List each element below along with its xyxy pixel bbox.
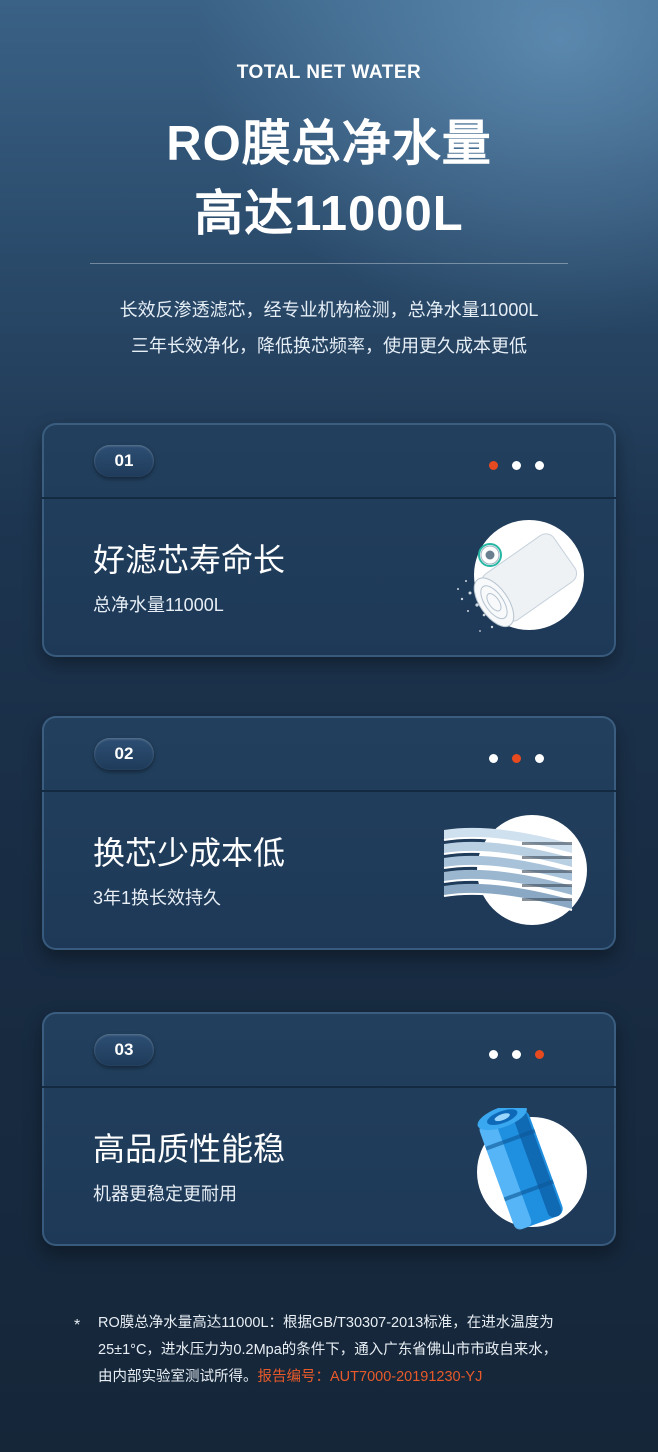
dot-indicator [489,754,498,763]
footnote-line: 25±1°C，进水压力为0.2Mpa的条件下，通入广东省佛山市市政自来水， [98,1342,558,1358]
dot-indicator [489,1050,498,1059]
header-divider [90,263,568,264]
card-subtitle: 总净水量11000L [93,595,224,615]
feature-card-2: 02 换芯少成本低 3年1换长效持久 [42,716,616,950]
card-title: 好滤芯寿命长 [93,542,286,578]
footnote-text: 由内部实验室测试所得。 [98,1369,258,1385]
dot-indicator [535,754,544,763]
header-kicker: TOTAL NET WATER [236,62,422,83]
card-subtitle: 机器更稳定更耐用 [93,1184,237,1204]
pagination-dots [475,750,544,763]
footnote-line: 由内部实验室测试所得。报告编号：AUT7000-20191230-YJ [98,1364,614,1391]
pagination-dots [475,1046,544,1059]
card-subtitle: 3年1换长效持久 [93,888,222,908]
feature-card-3: 03 高品质性能稳 机器更稳定更耐用 [42,1012,616,1246]
header-title-line2: 高达11000L [194,187,464,241]
footnote-line: RO膜总净水量高达11000L：根据GB/T30307-2013标准，在进水温度… [98,1315,554,1331]
header-title-line1: RO膜总净水量 [166,117,492,171]
footnote-asterisk: * [74,1317,81,1334]
report-number: 报告编号：AUT7000-20191230-YJ [257,1369,483,1385]
pagination-dots [475,457,544,470]
card-number-badge: 02 [94,738,154,770]
footnote: * RO膜总净水量高达11000L：根据GB/T30307-2013标准，在进水… [74,1310,614,1391]
card-title: 高品质性能稳 [93,1131,286,1167]
feature-card-1: 01 好滤芯寿命长 总净水量11000L [42,423,616,657]
dot-indicator [535,461,544,470]
dot-indicator [489,461,498,470]
card-header: 02 [42,716,616,792]
card-header: 01 [42,423,616,499]
card-title: 换芯少成本低 [93,835,286,871]
header-desc-line1: 长效反渗透滤芯，经专业机构检测，总净水量11000L [119,300,539,320]
dot-indicator [535,1050,544,1059]
blue-filter-housing-icon [477,1108,587,1230]
dot-indicator [512,754,521,763]
card-number-badge: 03 [94,1034,154,1066]
dot-indicator [512,1050,521,1059]
card-number-badge: 01 [94,445,154,477]
dot-indicator [512,461,521,470]
membrane-layers-icon [443,815,587,925]
card-header: 03 [42,1012,616,1088]
filter-cartridge-splash-icon [457,520,584,632]
header-desc-line2: 三年长效净化，降低换芯频率，使用更久成本更低 [131,336,527,356]
